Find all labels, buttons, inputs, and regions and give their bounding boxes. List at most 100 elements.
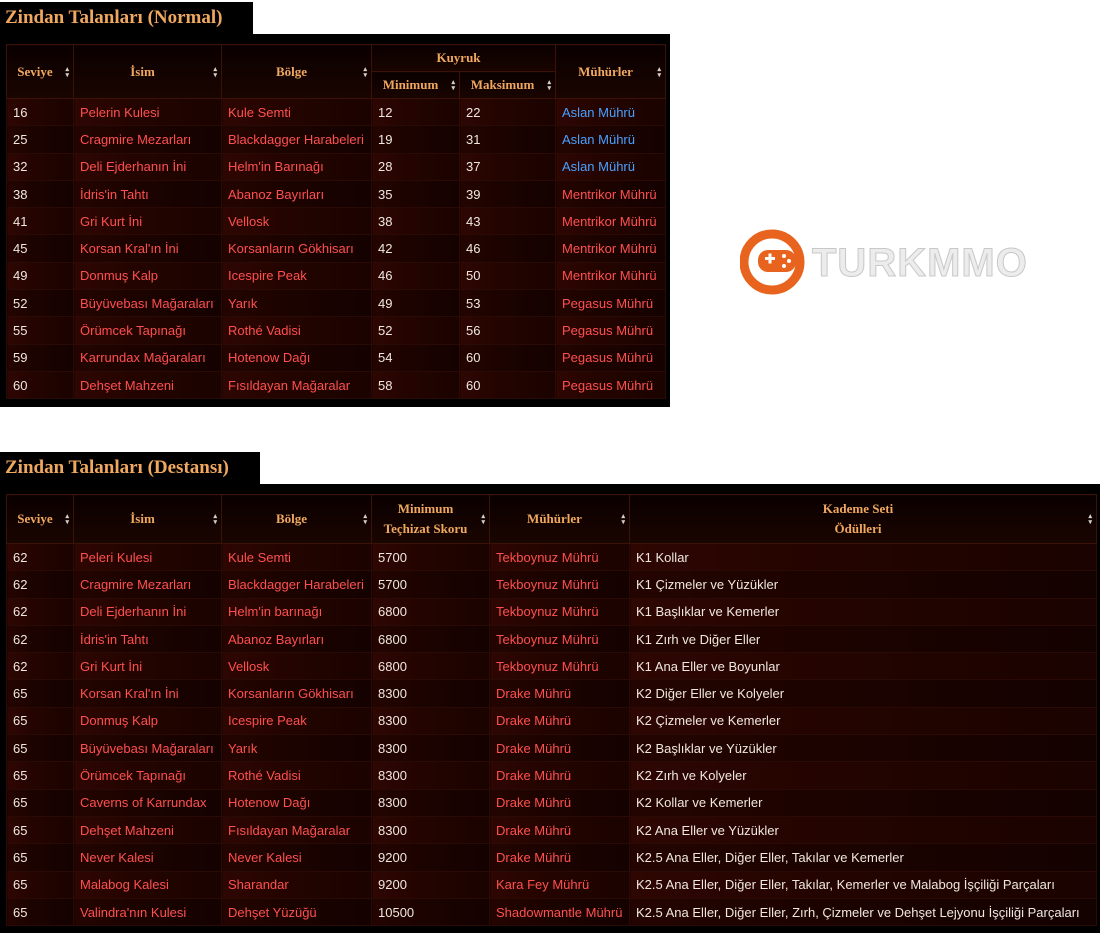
seal-cell: Tekboynuz Mührü xyxy=(489,624,630,654)
epic-table-panel: Seviye İsim Bölge Minimum Teçhizat Skoru… xyxy=(0,484,1100,933)
dungeon-name-cell: Gri Kurt İni xyxy=(73,652,222,681)
region-cell: Korsanların Gökhisarı xyxy=(221,679,372,708)
column-header-region[interactable]: Bölge xyxy=(221,494,372,544)
seal-cell: Drake Mührü xyxy=(489,706,630,736)
reward-cell: K2 Çizmeler ve Kemerler xyxy=(629,706,1097,736)
level-cell: 55 xyxy=(6,316,74,345)
normal-table-body: 16 Pelerin Kulesi Kule Semti 12 22 Aslan Mühr… xyxy=(6,97,667,400)
dungeon-name-cell: Korsan Kral'ın İni xyxy=(73,234,222,263)
table-row: 62 Deli Ejderhanın İni Helm'in barınağı 680… xyxy=(6,597,1097,626)
dungeon-name-cell: Peleri Kulesi xyxy=(73,542,222,572)
level-cell: 25 xyxy=(6,125,74,154)
level-cell: 32 xyxy=(6,152,74,181)
dungeon-name-cell: İdris'in Tahtı xyxy=(73,624,222,654)
min-level-cell: 54 xyxy=(371,343,460,372)
column-header-min[interactable]: Minimum xyxy=(371,71,460,99)
gear-header-line2: Teçhizat Skoru xyxy=(383,521,468,536)
seal-cell: Aslan Mührü xyxy=(555,152,667,181)
table-row: 59 Karrundax Mağaraları Hotenow Dağı 54 60 Pe… xyxy=(6,343,667,372)
level-cell: 62 xyxy=(6,597,74,626)
level-cell: 62 xyxy=(6,570,74,599)
region-cell: Helm'in barınağı xyxy=(221,597,372,626)
region-cell: Dehşet Yüzüğü xyxy=(221,897,372,927)
level-cell: 65 xyxy=(6,734,74,763)
epic-table-title: Zindan Talanları (Destansı) xyxy=(0,452,260,484)
level-cell: 65 xyxy=(6,706,74,736)
region-cell: Hotenow Dağı xyxy=(221,343,372,372)
min-level-cell: 38 xyxy=(371,207,460,236)
min-level-cell: 19 xyxy=(371,125,460,154)
table-row: 65 Dehşet Mahzeni Fısıldayan Mağaralar 8300… xyxy=(6,815,1097,845)
reward-cell: K2 Diğer Eller ve Kolyeler xyxy=(629,679,1097,708)
region-cell: Helm'in Barınağı xyxy=(221,152,372,181)
reward-cell: K2.5 Ana Eller, Diğer Eller, Zırh, Çizme… xyxy=(629,897,1097,927)
region-cell: Rothé Vadisi xyxy=(221,761,372,790)
dungeon-name-cell: Deli Ejderhanın İni xyxy=(73,597,222,626)
dungeon-name-cell: Donmuş Kalp xyxy=(73,706,222,736)
table-row: 25 Cragmire Mezarları Blackdagger Harabele… xyxy=(6,125,667,154)
column-header-level[interactable]: Seviye xyxy=(6,494,74,544)
region-cell: Fısıldayan Mağaralar xyxy=(221,370,372,400)
seal-cell: Pegasus Mührü xyxy=(555,370,667,400)
region-cell: Yarık xyxy=(221,734,372,763)
seal-cell: Drake Mührü xyxy=(489,788,630,817)
max-level-cell: 46 xyxy=(458,234,557,263)
dungeon-name-cell: Büyüvebası Mağaraları xyxy=(73,289,222,318)
gear-score-cell: 8300 xyxy=(371,706,490,736)
max-level-cell: 39 xyxy=(458,179,557,209)
table-row: 65 Büyüvebası Mağaraları Yarık 8300 Drake Mü… xyxy=(6,734,1097,763)
seal-cell: Aslan Mührü xyxy=(555,125,667,154)
dungeon-name-cell: Pelerin Kulesi xyxy=(73,97,222,127)
max-level-cell: 50 xyxy=(458,261,557,291)
max-level-cell: 37 xyxy=(458,152,557,181)
table-row: 55 Örümcek Tapınağı Rothé Vadisi 52 56 Pegasu… xyxy=(6,316,667,345)
region-cell: Vellosk xyxy=(221,207,372,236)
dungeon-name-cell: Karrundax Mağaraları xyxy=(73,343,222,372)
reward-cell: K2.5 Ana Eller, Diğer Eller, Takılar, Ke… xyxy=(629,870,1097,899)
level-cell: 45 xyxy=(6,234,74,263)
table-row: 60 Dehşet Mahzeni Fısıldayan Mağaralar 58 60… xyxy=(6,370,667,400)
dungeon-name-cell: Cragmire Mezarları xyxy=(73,125,222,154)
table-row: 65 Donmuş Kalp Icespire Peak 8300 Drake Mühr… xyxy=(6,706,1097,736)
level-cell: 60 xyxy=(6,370,74,400)
dungeon-name-cell: Büyüvebası Mağaraları xyxy=(73,734,222,763)
seal-cell: Drake Mührü xyxy=(489,734,630,763)
column-header-rewards[interactable]: Kademe Seti Ödülleri xyxy=(629,494,1097,544)
column-header-level[interactable]: Seviye xyxy=(6,44,74,99)
column-header-name[interactable]: İsim xyxy=(73,44,222,99)
column-header-seals[interactable]: Mühürler xyxy=(555,44,667,99)
gear-score-cell: 9200 xyxy=(371,843,490,872)
seal-cell: Pegasus Mührü xyxy=(555,316,667,345)
level-cell: 41 xyxy=(6,207,74,236)
reward-cell: K1 Ana Eller ve Boyunlar xyxy=(629,652,1097,681)
column-header-seals[interactable]: Mühürler xyxy=(489,494,630,544)
region-cell: Icespire Peak xyxy=(221,261,372,291)
dungeon-name-cell: Dehşet Mahzeni xyxy=(73,815,222,845)
column-header-name[interactable]: İsim xyxy=(73,494,222,544)
table-row: 65 Never Kalesi Never Kalesi 9200 Drake Mühr… xyxy=(6,843,1097,872)
region-cell: Blackdagger Harabeleri xyxy=(221,125,372,154)
gear-score-cell: 9200 xyxy=(371,870,490,899)
level-cell: 49 xyxy=(6,261,74,291)
max-level-cell: 60 xyxy=(458,343,557,372)
table-row: 62 Cragmire Mezarları Blackdagger Harabele… xyxy=(6,570,1097,599)
level-cell: 62 xyxy=(6,542,74,572)
normal-table-panel: Seviye İsim Bölge Kuyruk Mühürler Minimu… xyxy=(0,34,670,407)
max-level-cell: 31 xyxy=(458,125,557,154)
table-row: 65 Malabog Kalesi Sharandar 9200 Kara Fey Mü… xyxy=(6,870,1097,899)
min-level-cell: 52 xyxy=(371,316,460,345)
gear-score-cell: 8300 xyxy=(371,679,490,708)
seal-cell: Mentrikor Mührü xyxy=(555,261,667,291)
min-level-cell: 35 xyxy=(371,179,460,209)
table-row: 65 Örümcek Tapınağı Rothé Vadisi 8300 Drake … xyxy=(6,761,1097,790)
column-header-max[interactable]: Maksimum xyxy=(458,71,557,99)
column-header-region[interactable]: Bölge xyxy=(221,44,372,99)
reward-cell: K1 Başlıklar ve Kemerler xyxy=(629,597,1097,626)
level-cell: 65 xyxy=(6,815,74,845)
table-row: 62 Peleri Kulesi Kule Semti 5700 Tekboynuz M… xyxy=(6,542,1097,572)
reward-cell: K2 Ana Eller ve Yüzükler xyxy=(629,815,1097,845)
level-cell: 16 xyxy=(6,97,74,127)
seal-cell: Mentrikor Mührü xyxy=(555,179,667,209)
table-row: 49 Donmuş Kalp Icespire Peak 46 50 Mentrikor … xyxy=(6,261,667,291)
column-header-gear-score[interactable]: Minimum Teçhizat Skoru xyxy=(371,494,490,544)
